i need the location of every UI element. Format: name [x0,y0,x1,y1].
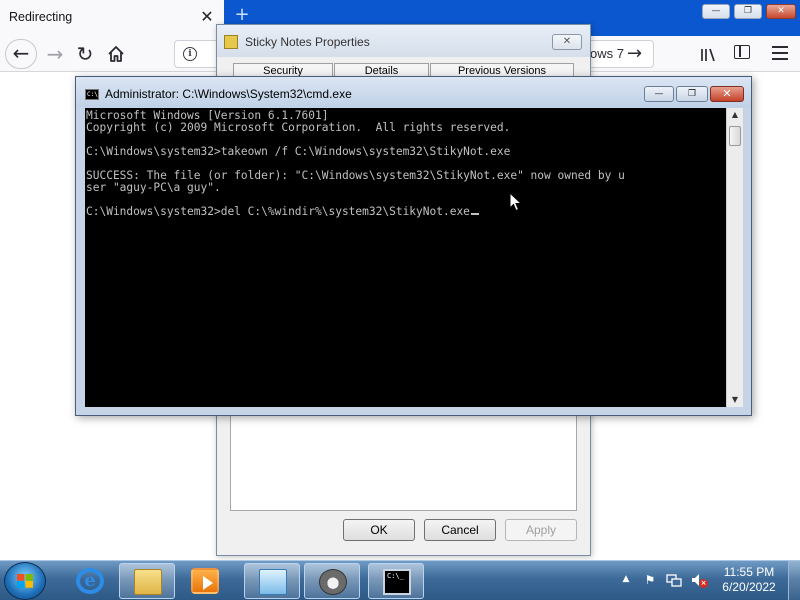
console-prompt-line: C:\Windows\system32>del C:\%windir%\syst… [86,206,479,218]
home-icon[interactable] [101,40,131,68]
cmd-maximize-button[interactable]: ❐ [676,86,708,102]
properties-close-button[interactable]: ✕ [552,34,582,50]
scroll-down-icon[interactable]: ▼ [727,393,743,407]
raccoon-icon [319,569,347,595]
folder-icon [134,569,162,595]
apply-button[interactable]: Apply [505,519,577,541]
taskbar-raccoon-app[interactable] [304,563,360,599]
browser-tab-redirecting[interactable]: Redirecting ✕ [0,0,224,36]
new-tab-icon[interactable]: + [232,5,252,25]
mute-badge-icon: × [699,579,708,588]
taskbar-windows-explorer[interactable] [119,563,175,599]
taskbar: e C:\_ ▲ ⚑ × 11:55 PM 6/20/2022 [0,560,800,600]
ok-button[interactable]: OK [343,519,415,541]
internet-explorer-icon: e [76,568,104,594]
url-text: ows 7 [590,46,624,61]
console-scrollbar[interactable]: ▲ ▼ [726,108,743,407]
close-tab-icon[interactable]: ✕ [198,8,216,26]
console-output[interactable]: Microsoft Windows [Version 6.1.7601] Cop… [85,108,726,407]
show-hidden-icons-icon[interactable]: ▲ [620,573,632,585]
library-icon[interactable] [700,48,720,62]
show-desktop-button[interactable] [788,561,800,600]
action-center-flag-icon[interactable]: ⚑ [642,572,658,588]
clock-time: 11:55 PM [723,565,775,579]
media-player-icon [191,568,219,594]
browser-close-button[interactable]: ✕ [766,4,796,19]
control-panel-icon [259,569,287,595]
text-cursor [470,213,479,215]
back-icon[interactable]: ← [5,39,37,69]
browser-minimize-button[interactable]: — [702,4,730,19]
properties-titlebar[interactable]: Sticky Notes Properties ✕ [217,25,590,57]
console-line: ser "aguy-PC\a guy". [86,181,221,194]
console-line: C:\Windows\system32>takeown /f C:\Window… [86,145,511,158]
volume-muted-icon[interactable]: × [690,572,708,588]
system-clock[interactable]: 11:55 PM 6/20/2022 [718,565,780,595]
hamburger-menu-icon[interactable] [772,46,788,60]
console-line: Copyright (c) 2009 Microsoft Corporation… [86,121,511,134]
taskbar-cmd[interactable]: C:\_ [368,563,424,599]
taskbar-media-player[interactable] [177,563,233,599]
network-icon[interactable] [666,572,682,588]
taskbar-control-panel[interactable] [244,563,300,599]
properties-title: Sticky Notes Properties [245,35,370,49]
cmd-minimize-button[interactable]: — [644,86,674,102]
mouse-pointer-icon [509,192,523,212]
site-info-icon[interactable]: i [183,47,197,61]
cancel-button[interactable]: Cancel [424,519,496,541]
browser-maximize-button[interactable]: ❐ [734,4,762,19]
console-command: C:\Windows\system32>del C:\%windir%\syst… [86,205,470,218]
sticky-notes-icon [224,35,238,49]
go-arrow-icon[interactable]: → [627,43,642,64]
scroll-up-icon[interactable]: ▲ [727,108,743,122]
cmd-title: Administrator: C:\Windows\System32\cmd.e… [105,87,352,101]
taskbar-internet-explorer[interactable]: e [62,563,118,599]
scroll-thumb[interactable] [729,126,741,146]
cmd-titlebar[interactable]: C:\ Administrator: C:\Windows\System32\c… [76,77,751,107]
reload-icon[interactable]: ↻ [70,40,100,68]
clock-date: 6/20/2022 [722,580,776,594]
forward-icon[interactable]: → [40,40,70,68]
sidebar-icon[interactable] [734,45,750,59]
cmd-close-button[interactable]: ✕ [710,86,744,102]
start-button[interactable] [4,562,46,600]
versions-list[interactable] [230,415,577,511]
cmd-icon: C:\ [85,89,99,100]
command-prompt-icon: C:\_ [383,569,411,595]
cmd-window: C:\ Administrator: C:\Windows\System32\c… [75,76,752,416]
browser-tab-title: Redirecting [9,10,73,24]
